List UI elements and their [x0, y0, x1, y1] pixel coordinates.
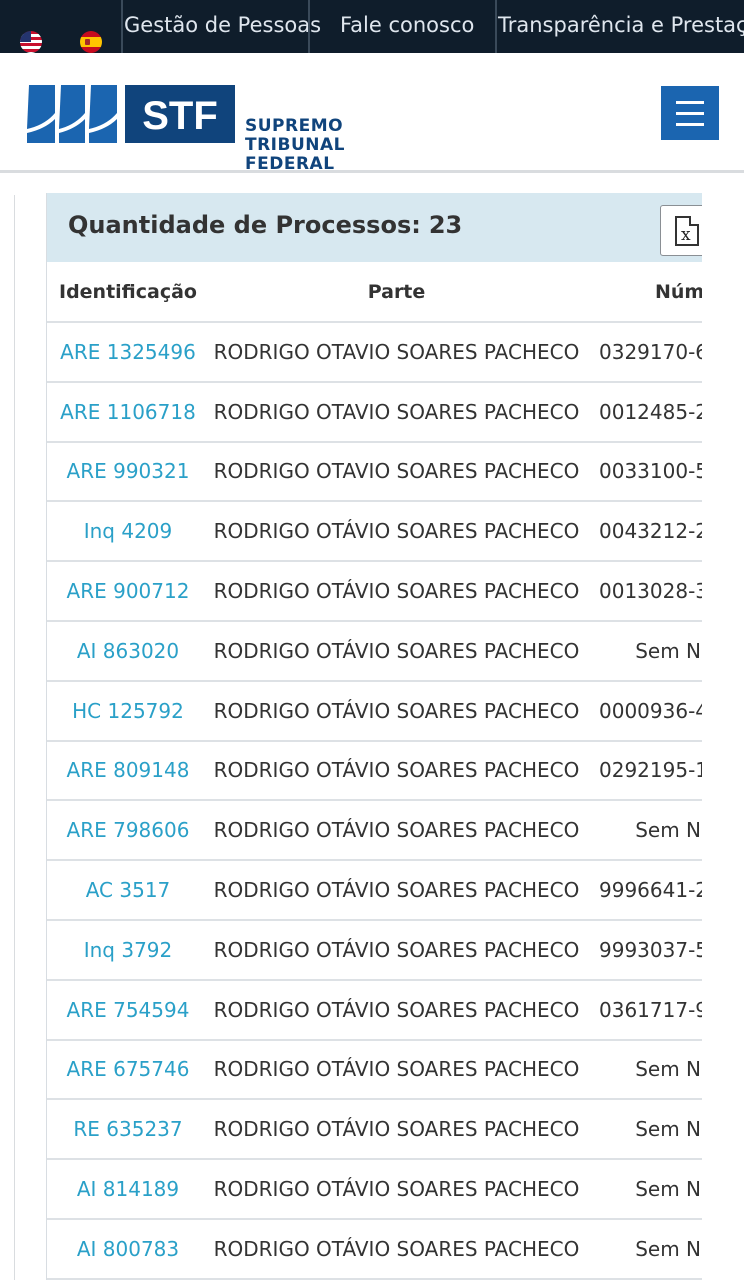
logo-wordmark: SUPREMO TRIBUNAL FEDERAL [245, 117, 345, 174]
link-fale-conosco[interactable]: Fale conosco [340, 0, 474, 53]
us-flag-icon[interactable] [20, 31, 42, 53]
numero-cell: 0043212-20 [599, 519, 702, 544]
export-excel-button[interactable]: x [660, 205, 702, 256]
table-row[interactable]: Inq 4209 RODRIGO OTÁVIO SOARES PACHECO 004… [47, 502, 702, 563]
process-count-value: 23 [428, 211, 463, 239]
process-id-link[interactable]: AI 800783 [47, 1220, 209, 1278]
parte-cell: RODRIGO OTÁVIO SOARES PACHECO [213, 997, 580, 1022]
column-header-identificacao[interactable]: Identificação [47, 262, 209, 321]
table-row[interactable]: ARE 798606 RODRIGO OTÁVIO SOARES PACHECO S… [47, 801, 702, 862]
logo-line: FEDERAL [245, 154, 335, 174]
numero-cell: Sem N [635, 638, 701, 663]
divider [495, 0, 497, 53]
table-row[interactable]: ARE 900712 RODRIGO OTÁVIO SOARES PACHECO 0… [47, 562, 702, 622]
hamburger-menu-icon [676, 101, 704, 104]
parte-cell: RODRIGO OTÁVIO SOARES PACHECO [213, 818, 580, 843]
parte-cell: RODRIGO OTAVIO SOARES PACHECO [213, 339, 580, 364]
numero-cell: 0013028-3 [599, 579, 702, 604]
numero-cell: 0012485-28 [599, 399, 702, 424]
parte-cell: RODRIGO OTÁVIO SOARES PACHECO [213, 698, 580, 723]
process-id-link[interactable]: HC 125792 [47, 682, 209, 740]
process-id-link[interactable]: ARE 900712 [47, 562, 209, 620]
table-header-row: Identificação Parte Núm [47, 262, 702, 323]
process-id-link[interactable]: ARE 798606 [47, 801, 209, 859]
divider [308, 0, 310, 53]
table-row[interactable]: AI 800783 RODRIGO OTÁVIO SOARES PACHECO Se… [47, 1220, 702, 1280]
logo-line: TRIBUNAL [245, 135, 345, 155]
table-row[interactable]: ARE 809148 RODRIGO OTÁVIO SOARES PACHECO 0… [47, 742, 702, 802]
parte-cell: RODRIGO OTÁVIO SOARES PACHECO [213, 937, 580, 962]
content-left-border [14, 195, 15, 1280]
hamburger-menu-icon-bar [676, 123, 704, 126]
table-row[interactable]: ARE 990321 RODRIGO OTAVIO SOARES PACHECO 0… [47, 443, 702, 503]
process-id-link[interactable]: ARE 990321 [47, 443, 209, 501]
process-id-link[interactable]: AI 814189 [47, 1160, 209, 1218]
table-row[interactable]: Inq 3792 RODRIGO OTÁVIO SOARES PACHECO 999… [47, 921, 702, 981]
parte-cell: RODRIGO OTÁVIO SOARES PACHECO [213, 519, 580, 544]
parte-cell: RODRIGO OTÁVIO SOARES PACHECO [213, 579, 580, 604]
parte-cell: RODRIGO OTÁVIO SOARES PACHECO [213, 758, 580, 783]
stf-logo[interactable]: STF SUPREMO TRIBUNAL FEDERAL [27, 85, 345, 174]
excel-export-icon: x [675, 216, 699, 246]
numero-cell: Sem N [635, 1177, 701, 1202]
parte-cell: RODRIGO OTÁVIO SOARES PACHECO [213, 878, 580, 903]
process-id-link[interactable]: AI 863020 [47, 622, 209, 680]
table-row[interactable]: ARE 675746 RODRIGO OTÁVIO SOARES PACHECO S… [47, 1041, 702, 1101]
hamburger-menu-button[interactable] [661, 86, 719, 140]
results-header: Quantidade de Processos: 23 x [47, 193, 702, 262]
logo-abbr: STF [142, 94, 218, 138]
process-id-link[interactable]: Inq 4209 [47, 502, 209, 560]
process-id-link[interactable]: Inq 3792 [47, 921, 209, 979]
excel-x-glyph: x [681, 225, 691, 245]
parte-cell: RODRIGO OTAVIO SOARES PACHECO [213, 399, 580, 424]
parte-cell: RODRIGO OTAVIO SOARES PACHECO [213, 459, 580, 484]
process-count-label: Quantidade de Processos: [68, 211, 421, 239]
es-flag-icon[interactable] [80, 31, 102, 53]
link-transparencia[interactable]: Transparência e Prestação [498, 0, 744, 53]
logo-line: SUPREMO [245, 116, 344, 136]
numero-cell: Sem N [635, 1236, 701, 1261]
top-navigation-bar: Gestão de Pessoas Fale conosco Transparê… [0, 0, 744, 53]
table-row[interactable]: ARE 754594 RODRIGO OTÁVIO SOARES PACHECO 0… [47, 981, 702, 1041]
table-row[interactable]: HC 125792 RODRIGO OTÁVIO SOARES PACHECO 00… [47, 682, 702, 742]
table-row[interactable]: ARE 1325496 RODRIGO OTAVIO SOARES PACHECO… [47, 323, 702, 383]
process-id-link[interactable]: ARE 809148 [47, 742, 209, 800]
stf-logo-mark: STF [27, 85, 235, 143]
process-id-link[interactable]: ARE 1325496 [47, 323, 209, 381]
parte-cell: RODRIGO OTÁVIO SOARES PACHECO [213, 1117, 580, 1142]
numero-cell: 9993037-57 [599, 937, 702, 962]
column-header-numero[interactable]: Núm [599, 262, 702, 321]
numero-cell: 9996641-20 [599, 878, 702, 903]
numero-cell: 0000936-48 [599, 698, 702, 723]
process-id-link[interactable]: ARE 1106718 [47, 383, 209, 441]
table-row[interactable]: RE 635237 RODRIGO OTÁVIO SOARES PACHECO Se… [47, 1100, 702, 1161]
link-gestao-de-pessoas[interactable]: Gestão de Pessoas [124, 0, 321, 53]
table-row[interactable]: ARE 1106718 RODRIGO OTAVIO SOARES PACHECO… [47, 383, 702, 443]
divider [121, 0, 123, 53]
site-header: STF SUPREMO TRIBUNAL FEDERAL [0, 53, 744, 174]
table-row[interactable]: AI 814189 RODRIGO OTÁVIO SOARES PACHECO Se… [47, 1160, 702, 1220]
results-table: Identificação Parte Núm ARE 1325496 RODRI… [47, 262, 702, 1280]
process-count: Quantidade de Processos: 23 [68, 211, 462, 239]
parte-cell: RODRIGO OTÁVIO SOARES PACHECO [213, 1057, 580, 1082]
numero-cell: Sem N [635, 1057, 701, 1082]
process-id-link[interactable]: ARE 675746 [47, 1041, 209, 1099]
column-header-parte[interactable]: Parte [209, 262, 584, 321]
numero-cell: Sem N [635, 1117, 701, 1142]
parte-cell: RODRIGO OTÁVIO SOARES PACHECO [213, 638, 580, 663]
numero-cell: 0033100-5 [599, 459, 702, 484]
numero-cell: 0292195-17 [599, 758, 702, 783]
process-id-link[interactable]: AC 3517 [47, 861, 209, 919]
hamburger-menu-icon-bar [676, 112, 704, 115]
parte-cell: RODRIGO OTÁVIO SOARES PACHECO [213, 1236, 580, 1261]
numero-cell: 0329170-69 [599, 339, 702, 364]
numero-cell: Sem N [635, 818, 701, 843]
numero-cell: 0361717-97 [599, 997, 702, 1022]
parte-cell: RODRIGO OTÁVIO SOARES PACHECO [213, 1177, 580, 1202]
table-row[interactable]: AC 3517 RODRIGO OTÁVIO SOARES PACHECO 9996… [47, 861, 702, 921]
table-row[interactable]: AI 863020 RODRIGO OTÁVIO SOARES PACHECO Se… [47, 622, 702, 682]
process-id-link[interactable]: ARE 754594 [47, 981, 209, 1039]
results-panel: Quantidade de Processos: 23 x Identificaç… [46, 193, 702, 1280]
process-id-link[interactable]: RE 635237 [47, 1100, 209, 1158]
